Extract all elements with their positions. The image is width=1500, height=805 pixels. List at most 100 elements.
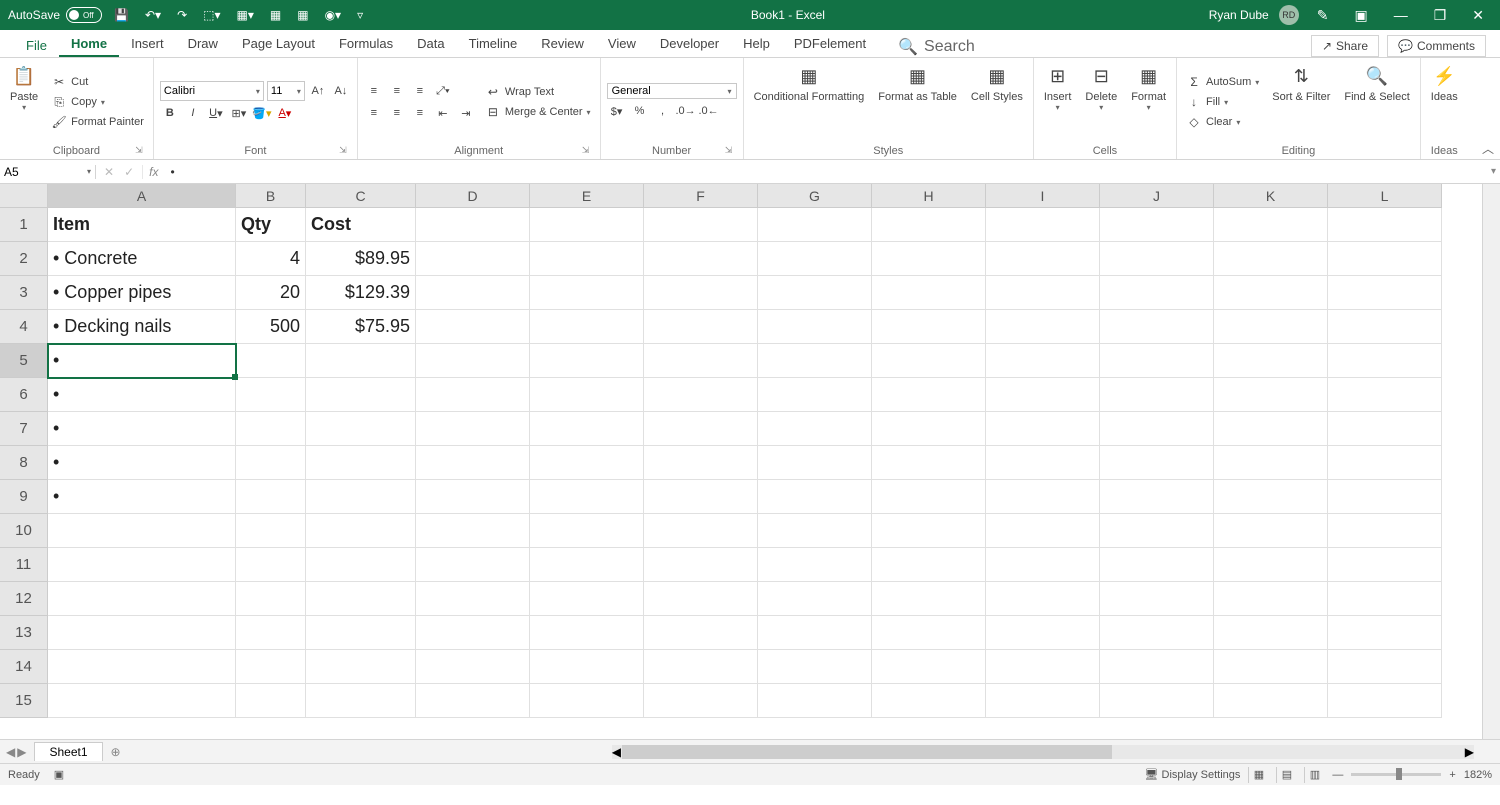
align-bottom-icon[interactable]: ≡ [410, 81, 430, 101]
cell[interactable] [306, 378, 416, 412]
row-header[interactable]: 9 [0, 480, 48, 514]
minimize-icon[interactable]: — [1386, 3, 1416, 27]
wrap-text-button[interactable]: ↩Wrap Text [482, 83, 594, 101]
cell[interactable] [758, 412, 872, 446]
cell[interactable] [530, 242, 644, 276]
cell[interactable] [872, 446, 986, 480]
dialog-launcher-icon[interactable]: ⇲ [723, 145, 735, 157]
cell[interactable] [306, 616, 416, 650]
cell[interactable]: $129.39 [306, 276, 416, 310]
cell[interactable]: • Decking nails [48, 310, 236, 344]
column-header[interactable]: J [1100, 184, 1214, 208]
cell[interactable] [872, 616, 986, 650]
cell[interactable] [530, 378, 644, 412]
cell[interactable] [1214, 310, 1328, 344]
qat-icon[interactable]: ⬚▾ [199, 6, 224, 24]
cell[interactable] [1214, 480, 1328, 514]
cell[interactable] [306, 650, 416, 684]
percent-icon[interactable]: % [630, 101, 650, 121]
cell[interactable] [1328, 616, 1442, 650]
increase-font-icon[interactable]: A↑ [308, 81, 328, 101]
cell[interactable] [416, 276, 530, 310]
cell[interactable]: • [48, 412, 236, 446]
cancel-formula-icon[interactable]: ✕ [104, 165, 114, 179]
insert-cells-button[interactable]: ⊞Insert▾ [1040, 61, 1076, 143]
cell[interactable] [1214, 514, 1328, 548]
sheet-tab-sheet1[interactable]: Sheet1 [34, 742, 102, 761]
row-header[interactable]: 8 [0, 446, 48, 480]
cell[interactable] [644, 276, 758, 310]
cell[interactable] [758, 650, 872, 684]
cell[interactable] [1328, 378, 1442, 412]
tab-draw[interactable]: Draw [176, 32, 230, 57]
format-painter-button[interactable]: 🖌Format Painter [48, 113, 147, 131]
cut-button[interactable]: ✂Cut [48, 73, 147, 91]
align-right-icon[interactable]: ≡ [410, 103, 430, 123]
cell[interactable] [758, 684, 872, 718]
cell[interactable] [48, 684, 236, 718]
cell[interactable] [1100, 514, 1214, 548]
cell[interactable] [986, 616, 1100, 650]
cell[interactable] [1214, 684, 1328, 718]
cell[interactable] [1328, 412, 1442, 446]
number-format-select[interactable]: General▾ [607, 83, 737, 99]
cell[interactable] [872, 310, 986, 344]
cell[interactable] [1100, 480, 1214, 514]
cell[interactable] [416, 412, 530, 446]
cell[interactable]: • Concrete [48, 242, 236, 276]
qat-icon[interactable]: ▦ [266, 6, 285, 24]
expand-formula-icon[interactable]: ▾ [1491, 166, 1496, 177]
cell[interactable] [236, 344, 306, 378]
cell[interactable] [644, 378, 758, 412]
cell[interactable] [758, 378, 872, 412]
cell[interactable] [644, 650, 758, 684]
autosum-button[interactable]: ΣAutoSum▾ [1183, 73, 1262, 91]
find-select-button[interactable]: 🔍Find & Select [1340, 61, 1413, 143]
cell[interactable] [1328, 446, 1442, 480]
cell[interactable] [1100, 208, 1214, 242]
cell[interactable] [306, 412, 416, 446]
column-header[interactable]: C [306, 184, 416, 208]
cell[interactable] [644, 514, 758, 548]
cell[interactable] [1100, 548, 1214, 582]
cell[interactable] [872, 548, 986, 582]
conditional-formatting-button[interactable]: ▦Conditional Formatting [750, 61, 869, 143]
tell-me-search[interactable]: 🔍 Search [898, 37, 975, 57]
cell[interactable] [416, 548, 530, 582]
cell[interactable] [758, 276, 872, 310]
cell[interactable] [416, 344, 530, 378]
cell[interactable] [236, 378, 306, 412]
cell[interactable] [872, 378, 986, 412]
cell[interactable] [758, 310, 872, 344]
tab-help[interactable]: Help [731, 32, 782, 57]
cell[interactable] [644, 412, 758, 446]
qat-icon[interactable]: ▦▾ [233, 6, 258, 24]
merge-center-button[interactable]: ⊟Merge & Center▾ [482, 103, 594, 121]
bold-button[interactable]: B [160, 103, 180, 123]
cell[interactable] [48, 616, 236, 650]
cell[interactable] [416, 616, 530, 650]
row-header[interactable]: 3 [0, 276, 48, 310]
cell[interactable] [986, 514, 1100, 548]
italic-button[interactable]: I [183, 103, 203, 123]
tab-developer[interactable]: Developer [648, 32, 731, 57]
ribbon-display-icon[interactable]: ▣ [1346, 3, 1375, 28]
cell[interactable] [1328, 548, 1442, 582]
delete-cells-button[interactable]: ⊟Delete▾ [1081, 61, 1121, 143]
row-header[interactable]: 5 [0, 344, 48, 378]
cell[interactable] [1100, 684, 1214, 718]
cell[interactable]: • [48, 480, 236, 514]
user-avatar[interactable]: RD [1279, 5, 1299, 25]
cell[interactable] [1100, 242, 1214, 276]
tab-home[interactable]: Home [59, 32, 119, 57]
maximize-icon[interactable]: ❐ [1426, 3, 1455, 28]
cell[interactable] [1214, 378, 1328, 412]
qat-customize-icon[interactable]: ▿ [353, 6, 367, 24]
normal-view-icon[interactable]: ▦ [1248, 767, 1268, 783]
cell[interactable] [236, 548, 306, 582]
column-header[interactable]: F [644, 184, 758, 208]
cell[interactable] [872, 412, 986, 446]
cell[interactable] [1214, 582, 1328, 616]
cell[interactable] [1214, 650, 1328, 684]
enter-formula-icon[interactable]: ✓ [124, 165, 134, 179]
